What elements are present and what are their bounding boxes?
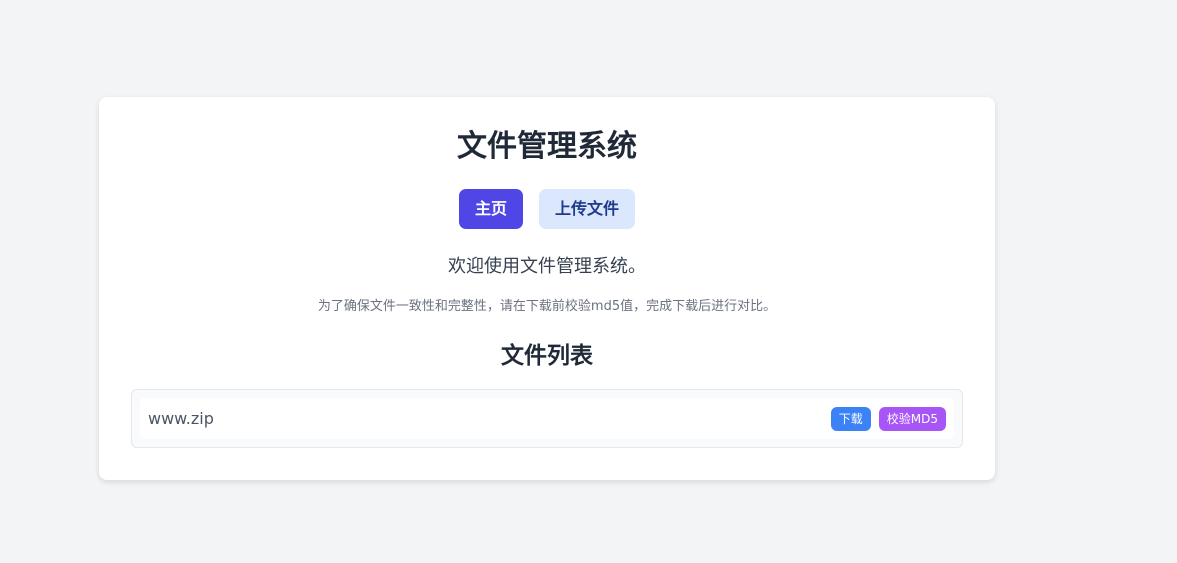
upload-button[interactable]: 上传文件 <box>539 189 636 229</box>
page-title: 文件管理系统 <box>457 129 637 164</box>
verify-md5-button[interactable]: 校验MD5 <box>878 406 946 431</box>
file-list-title: 文件列表 <box>501 343 593 369</box>
list-item: www.zip 下载 校验MD5 <box>140 398 954 439</box>
file-list: www.zip 下载 校验MD5 <box>131 389 963 448</box>
nav-bar: 主页 上传文件 <box>99 189 995 229</box>
home-button[interactable]: 主页 <box>458 189 523 229</box>
main-card: 文件管理系统 主页 上传文件 欢迎使用文件管理系统。 为了确保文件一致性和完整性… <box>99 97 995 480</box>
md5-note-text: 为了确保文件一致性和完整性，请在下载前校验md5值，完成下载后进行对比。 <box>317 299 777 314</box>
file-name: www.zip <box>148 409 214 428</box>
welcome-text: 欢迎使用文件管理系统。 <box>448 256 646 277</box>
download-button[interactable]: 下载 <box>830 406 871 431</box>
